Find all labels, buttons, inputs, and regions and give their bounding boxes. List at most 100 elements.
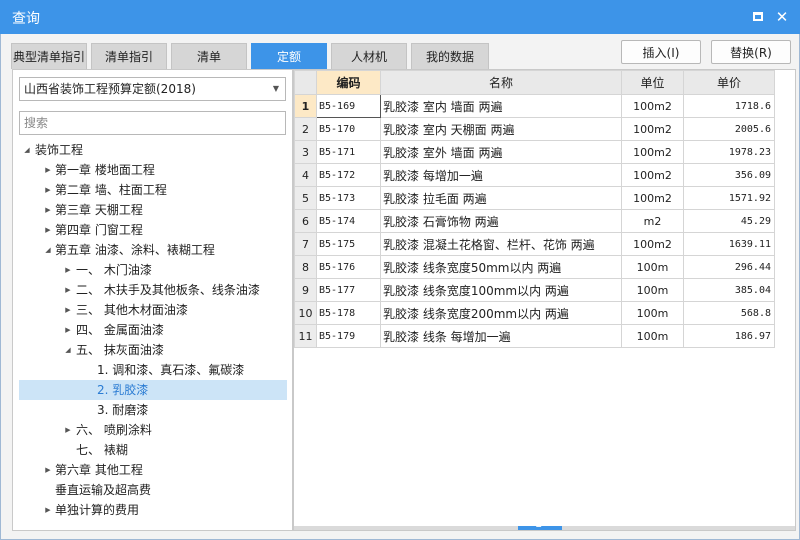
- triangle-right-icon[interactable]: ▶: [42, 180, 54, 200]
- cell-name[interactable]: 乳胶漆 室内 天棚面 两遍: [380, 117, 622, 141]
- cell-unit[interactable]: 100m2: [621, 117, 684, 141]
- column-header-price[interactable]: 单价: [683, 70, 775, 95]
- tree-item-decoration-project[interactable]: ◢ 装饰工程: [19, 140, 287, 160]
- row-number[interactable]: 6: [294, 209, 317, 233]
- maximize-button[interactable]: [750, 9, 766, 25]
- cell-name[interactable]: 乳胶漆 室外 墙面 两遍: [380, 140, 622, 164]
- tree-item-subsection-3[interactable]: 3. 耐磨漆: [19, 400, 287, 420]
- row-number[interactable]: 10: [294, 301, 317, 325]
- triangle-right-icon[interactable]: ▶: [62, 300, 74, 320]
- row-number[interactable]: 5: [294, 186, 317, 210]
- cell-unit[interactable]: 100m2: [621, 232, 684, 256]
- table-row[interactable]: 8 B5-176 乳胶漆 线条宽度50mm以内 两遍 100m 296.44: [294, 255, 775, 279]
- cell-name[interactable]: 乳胶漆 线条 每增加一遍: [380, 324, 622, 348]
- triangle-right-icon[interactable]: ▶: [62, 320, 74, 340]
- cell-price[interactable]: 296.44: [683, 255, 775, 279]
- table-row[interactable]: 6 B5-174 乳胶漆 石膏饰物 两遍 m2 45.29: [294, 209, 775, 233]
- table-row[interactable]: 5 B5-173 乳胶漆 拉毛面 两遍 100m2 1571.92: [294, 186, 775, 210]
- horizontal-scrollbar[interactable]: ▲: [294, 520, 795, 530]
- tree-item-section-7[interactable]: 七、 裱糊: [19, 440, 287, 460]
- cell-unit[interactable]: 100m: [621, 301, 684, 325]
- tree-item-vertical-transport[interactable]: 垂直运输及超高费: [19, 480, 287, 500]
- tree-item-chapter-4[interactable]: ▶ 第四章 门窗工程: [19, 220, 287, 240]
- cell-price[interactable]: 2005.6: [683, 117, 775, 141]
- row-number[interactable]: 1: [294, 94, 317, 118]
- triangle-right-icon[interactable]: ▶: [42, 200, 54, 220]
- table-row[interactable]: 7 B5-175 乳胶漆 混凝土花格窗、栏杆、花饰 两遍 100m2 1639.11: [294, 232, 775, 256]
- column-header-name[interactable]: 名称: [380, 70, 622, 95]
- tree-item-chapter-3[interactable]: ▶ 第三章 天棚工程: [19, 200, 287, 220]
- cell-name[interactable]: 乳胶漆 线条宽度50mm以内 两遍: [380, 255, 622, 279]
- cell-unit[interactable]: 100m2: [621, 94, 684, 118]
- cell-name[interactable]: 乳胶漆 每增加一遍: [380, 163, 622, 187]
- cell-code[interactable]: B5-179: [316, 324, 381, 348]
- table-row[interactable]: 11 B5-179 乳胶漆 线条 每增加一遍 100m 186.97: [294, 324, 775, 348]
- column-header-code[interactable]: 编码: [316, 70, 381, 95]
- triangle-right-icon[interactable]: ▶: [62, 260, 74, 280]
- search-input[interactable]: [19, 111, 286, 135]
- insert-button[interactable]: 插入(I): [621, 40, 701, 64]
- cell-name[interactable]: 乳胶漆 拉毛面 两遍: [380, 186, 622, 210]
- cell-name[interactable]: 乳胶漆 室内 墙面 两遍: [380, 94, 622, 118]
- cell-unit[interactable]: 100m: [621, 255, 684, 279]
- tree-item-chapter-6[interactable]: ▶ 第六章 其他工程: [19, 460, 287, 480]
- tree-item-section-4[interactable]: ▶ 四、 金属面油漆: [19, 320, 287, 340]
- cell-unit[interactable]: 100m: [621, 324, 684, 348]
- tree-item-separate-costs[interactable]: ▶ 单独计算的费用: [19, 500, 287, 520]
- cell-price[interactable]: 45.29: [683, 209, 775, 233]
- triangle-right-icon[interactable]: ▶: [42, 160, 54, 180]
- cell-price[interactable]: 186.97: [683, 324, 775, 348]
- cell-code[interactable]: B5-174: [316, 209, 381, 233]
- cell-price[interactable]: 1718.6: [683, 94, 775, 118]
- triangle-right-icon[interactable]: ▶: [62, 420, 74, 440]
- row-number[interactable]: 9: [294, 278, 317, 302]
- table-row[interactable]: 4 B5-172 乳胶漆 每增加一遍 100m2 356.09: [294, 163, 775, 187]
- cell-name[interactable]: 乳胶漆 石膏饰物 两遍: [380, 209, 622, 233]
- table-row[interactable]: 1 B5-169 乳胶漆 室内 墙面 两遍 100m2 1718.6: [294, 94, 775, 118]
- cell-price[interactable]: 1978.23: [683, 140, 775, 164]
- tab-list-guide[interactable]: 清单指引: [91, 43, 167, 69]
- column-header-unit[interactable]: 单位: [621, 70, 684, 95]
- cell-code[interactable]: B5-177: [316, 278, 381, 302]
- triangle-right-icon[interactable]: ▶: [42, 500, 54, 520]
- row-number[interactable]: 7: [294, 232, 317, 256]
- table-row[interactable]: 2 B5-170 乳胶漆 室内 天棚面 两遍 100m2 2005.6: [294, 117, 775, 141]
- cell-code[interactable]: B5-170: [316, 117, 381, 141]
- triangle-down-icon[interactable]: ◢: [62, 340, 74, 360]
- triangle-down-icon[interactable]: ◢: [42, 240, 54, 260]
- tree-item-chapter-5[interactable]: ◢ 第五章 油漆、涂料、裱糊工程: [19, 240, 287, 260]
- tree-item-chapter-2[interactable]: ▶ 第二章 墙、柱面工程: [19, 180, 287, 200]
- cell-name[interactable]: 乳胶漆 线条宽度200mm以内 两遍: [380, 301, 622, 325]
- cell-code[interactable]: B5-176: [316, 255, 381, 279]
- tree-item-subsection-1[interactable]: 1. 调和漆、真石漆、氟碳漆: [19, 360, 287, 380]
- table-row[interactable]: 10 B5-178 乳胶漆 线条宽度200mm以内 两遍 100m 568.8: [294, 301, 775, 325]
- replace-button[interactable]: 替换(R): [711, 40, 791, 64]
- cell-price[interactable]: 568.8: [683, 301, 775, 325]
- triangle-right-icon[interactable]: ▶: [42, 220, 54, 240]
- table-row[interactable]: 9 B5-177 乳胶漆 线条宽度100mm以内 两遍 100m 385.04: [294, 278, 775, 302]
- cell-price[interactable]: 1571.92: [683, 186, 775, 210]
- tree-item-section-5[interactable]: ◢ 五、 抹灰面油漆: [19, 340, 287, 360]
- row-number[interactable]: 11: [294, 324, 317, 348]
- triangle-right-icon[interactable]: ▶: [62, 280, 74, 300]
- cell-name[interactable]: 乳胶漆 混凝土花格窗、栏杆、花饰 两遍: [380, 232, 622, 256]
- cell-code[interactable]: B5-171: [316, 140, 381, 164]
- row-number[interactable]: 8: [294, 255, 317, 279]
- tree-item-section-3[interactable]: ▶ 三、 其他木材面油漆: [19, 300, 287, 320]
- tree-item-section-1[interactable]: ▶ 一、 木门油漆: [19, 260, 287, 280]
- quota-library-select[interactable]: 山西省装饰工程预算定额(2018) ▼: [19, 77, 286, 101]
- tab-quota[interactable]: 定额: [251, 43, 327, 69]
- cell-code[interactable]: B5-178: [316, 301, 381, 325]
- close-button[interactable]: ✕: [774, 9, 790, 25]
- tree-item-subsection-2[interactable]: 2. 乳胶漆: [19, 380, 287, 400]
- cell-name[interactable]: 乳胶漆 线条宽度100mm以内 两遍: [380, 278, 622, 302]
- cell-price[interactable]: 356.09: [683, 163, 775, 187]
- cell-unit[interactable]: 100m2: [621, 163, 684, 187]
- tab-labor-material-machine[interactable]: 人材机: [331, 43, 407, 69]
- cell-unit[interactable]: m2: [621, 209, 684, 233]
- tree-item-section-6[interactable]: ▶ 六、 喷刷涂料: [19, 420, 287, 440]
- cell-price[interactable]: 1639.11: [683, 232, 775, 256]
- tree-item-section-2[interactable]: ▶ 二、 木扶手及其他板条、线条油漆: [19, 280, 287, 300]
- tab-list[interactable]: 清单: [171, 43, 247, 69]
- cell-unit[interactable]: 100m2: [621, 140, 684, 164]
